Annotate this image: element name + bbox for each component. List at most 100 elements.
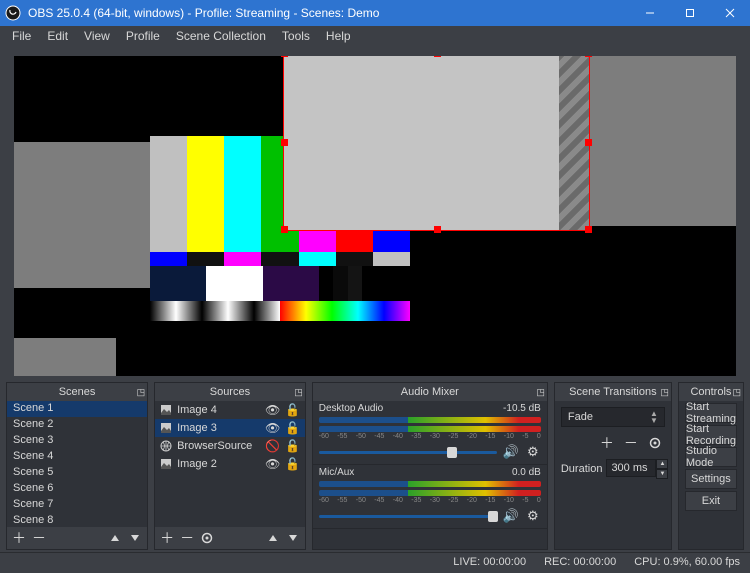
gear-icon[interactable]: ⚙ [525, 444, 541, 460]
preview-layer [396, 226, 736, 376]
lock-toggle[interactable]: 🔓 [285, 439, 301, 453]
remove-transition-button[interactable]: － [621, 433, 641, 453]
scenes-toolbar: ＋ － [7, 527, 147, 549]
source-properties-button[interactable] [197, 528, 217, 548]
undock-icon[interactable]: ◳ [137, 387, 146, 398]
duration-field[interactable] [606, 459, 656, 477]
volume-slider[interactable] [319, 515, 497, 518]
menu-file[interactable]: File [4, 27, 39, 45]
spin-up[interactable]: ▲ [656, 459, 668, 469]
remove-source-button[interactable]: － [177, 528, 197, 548]
slider-thumb[interactable] [488, 511, 498, 522]
preview-canvas[interactable] [14, 56, 736, 376]
menu-edit[interactable]: Edit [39, 27, 76, 45]
scene-item[interactable]: Scene 1 [7, 401, 147, 417]
visibility-toggle[interactable]: 👁 [265, 457, 281, 471]
resize-handle-w[interactable] [281, 139, 288, 146]
spin-down[interactable]: ▼ [656, 469, 668, 479]
exit-button[interactable]: Exit [685, 491, 737, 511]
mixer-track: Mic/Aux0.0 dB-60-55-50-45-40-35-30-25-20… [313, 465, 547, 529]
undock-icon[interactable]: ◳ [294, 387, 303, 398]
scene-up-button[interactable] [105, 528, 125, 548]
scene-item[interactable]: Scene 8 [7, 513, 147, 527]
sources-title: Sources [210, 386, 250, 398]
start-recording-button[interactable]: Start Recording [685, 425, 737, 445]
slider-thumb[interactable] [447, 447, 457, 458]
meter-ticks: -60-55-50-45-40-35-30-25-20-15-10-50 [319, 433, 541, 440]
resize-handle-e[interactable] [585, 139, 592, 146]
docks-row: Scenes◳ Scene 1Scene 2Scene 3Scene 4Scen… [0, 382, 750, 552]
source-item[interactable]: Image 3👁🔓 [155, 419, 305, 437]
resize-handle-s[interactable] [434, 226, 441, 233]
menu-help[interactable]: Help [318, 27, 359, 45]
transition-select[interactable]: Fade ▲▼ [561, 407, 665, 427]
start-streaming-button[interactable]: Start Streaming [685, 403, 737, 423]
transition-selected: Fade [568, 411, 593, 423]
undock-icon[interactable]: ◳ [536, 387, 545, 398]
source-down-button[interactable] [283, 528, 303, 548]
add-transition-button[interactable]: ＋ [597, 433, 617, 453]
sources-header[interactable]: Sources ◳ [155, 383, 305, 401]
lock-toggle[interactable]: 🔓 [285, 403, 301, 417]
visibility-toggle[interactable]: 👁 [265, 421, 281, 435]
source-item[interactable]: Image 4👁🔓 [155, 401, 305, 419]
add-scene-button[interactable]: ＋ [9, 528, 29, 548]
source-item[interactable]: BrowserSource🚫🔓 [155, 437, 305, 455]
menu-scene-collection[interactable]: Scene Collection [168, 27, 274, 45]
mixer-header[interactable]: Audio Mixer ◳ [313, 383, 547, 401]
mixer-title: Audio Mixer [401, 386, 459, 398]
add-source-button[interactable]: ＋ [157, 528, 177, 548]
transitions-body: Fade ▲▼ ＋ － Duration ▲▼ [555, 401, 671, 549]
transitions-panel: Scene Transitions◳ Fade ▲▼ ＋ － Duration … [554, 382, 672, 550]
scene-item[interactable]: Scene 2 [7, 417, 147, 433]
transitions-header[interactable]: Scene Transitions◳ [555, 383, 671, 401]
transition-duration-input[interactable]: ▲▼ [606, 459, 668, 479]
undock-icon[interactable]: ◳ [660, 387, 669, 398]
preview-selected-source[interactable] [283, 56, 590, 231]
menu-bar: File Edit View Profile Scene Collection … [0, 26, 750, 46]
source-item[interactable]: Image 2👁🔓 [155, 455, 305, 473]
volume-meter [319, 481, 541, 487]
menu-view[interactable]: View [76, 27, 118, 45]
scenes-header[interactable]: Scenes◳ [7, 383, 147, 401]
resize-handle-n[interactable] [434, 56, 441, 57]
gear-icon[interactable]: ⚙ [525, 508, 541, 524]
resize-handle-nw[interactable] [281, 56, 288, 57]
window-close-button[interactable] [710, 0, 750, 26]
app-icon [0, 5, 26, 21]
scene-down-button[interactable] [125, 528, 145, 548]
lock-toggle[interactable]: 🔓 [285, 421, 301, 435]
track-level: 0.0 dB [512, 467, 541, 478]
settings-button[interactable]: Settings [685, 469, 737, 489]
visibility-toggle[interactable]: 👁 [265, 403, 281, 417]
window-minimize-button[interactable] [630, 0, 670, 26]
window-maximize-button[interactable] [670, 0, 710, 26]
source-up-button[interactable] [263, 528, 283, 548]
lock-toggle[interactable]: 🔓 [285, 457, 301, 471]
resize-handle-ne[interactable] [585, 56, 592, 57]
scene-item[interactable]: Scene 5 [7, 465, 147, 481]
resize-handle-sw[interactable] [281, 226, 288, 233]
scenes-list[interactable]: Scene 1Scene 2Scene 3Scene 4Scene 5Scene… [7, 401, 147, 527]
sources-list[interactable]: Image 4👁🔓Image 3👁🔓BrowserSource🚫🔓Image 2… [155, 401, 305, 527]
visibility-toggle[interactable]: 🚫 [265, 439, 281, 453]
menu-tools[interactable]: Tools [274, 27, 318, 45]
studio-mode-button[interactable]: Studio Mode [685, 447, 737, 467]
preview-area [0, 46, 750, 382]
remove-scene-button[interactable]: － [29, 528, 49, 548]
scene-item[interactable]: Scene 6 [7, 481, 147, 497]
volume-slider[interactable] [319, 451, 497, 454]
duration-label: Duration [561, 463, 603, 475]
resize-handle-se[interactable] [585, 226, 592, 233]
speaker-icon[interactable]: 🔊 [503, 508, 519, 524]
menu-profile[interactable]: Profile [118, 27, 168, 45]
scene-item[interactable]: Scene 3 [7, 433, 147, 449]
speaker-icon[interactable]: 🔊 [503, 444, 519, 460]
scene-item[interactable]: Scene 7 [7, 497, 147, 513]
window-titlebar: OBS 25.0.4 (64-bit, windows) - Profile: … [0, 0, 750, 26]
undock-icon[interactable]: ◳ [732, 387, 741, 398]
globe-icon [159, 439, 173, 453]
scene-item[interactable]: Scene 4 [7, 449, 147, 465]
controls-header[interactable]: Controls◳ [679, 383, 743, 401]
transition-properties-button[interactable] [645, 433, 665, 453]
